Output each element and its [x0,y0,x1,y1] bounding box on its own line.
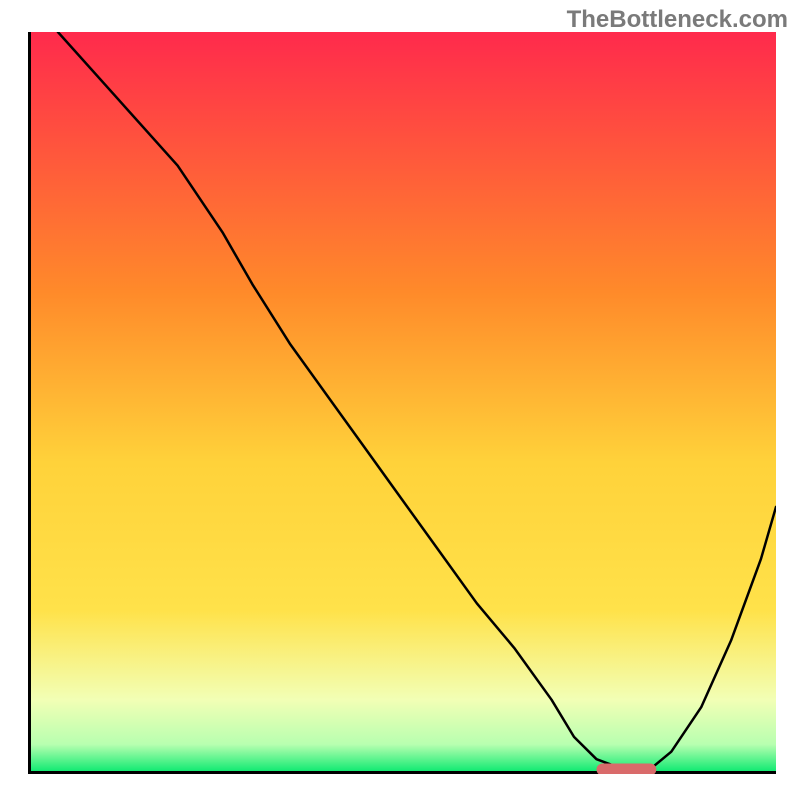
watermark-text: TheBottleneck.com [567,6,788,34]
gradient-background [28,32,776,774]
axis-left [28,32,31,774]
chart-container: TheBottleneck.com [0,0,800,800]
chart-svg [28,32,776,774]
optimal-range-marker [597,764,657,775]
axis-bottom [28,771,776,774]
plot-area [28,32,776,774]
